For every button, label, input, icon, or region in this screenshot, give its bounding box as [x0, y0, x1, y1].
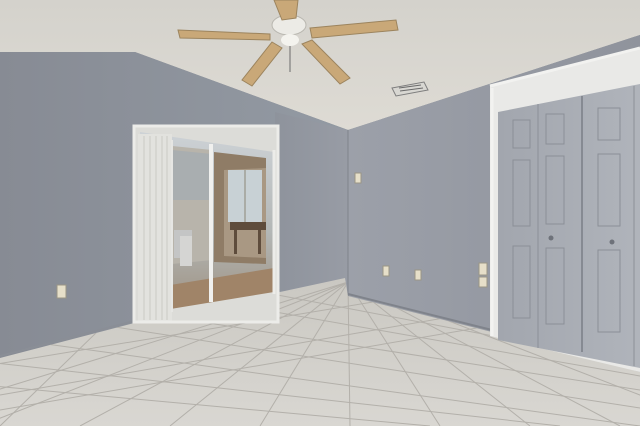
- sliding-glass-door: [132, 124, 280, 324]
- wall-outlet: [478, 262, 488, 276]
- back-wall: [275, 112, 348, 296]
- wall-outlet: [56, 284, 67, 299]
- closet-doors: [489, 46, 640, 372]
- room-photo: [0, 0, 640, 426]
- wall-outlet: [414, 269, 422, 281]
- wall-outlet: [478, 276, 488, 288]
- wall-outlet: [382, 265, 390, 277]
- light-switch: [354, 172, 362, 184]
